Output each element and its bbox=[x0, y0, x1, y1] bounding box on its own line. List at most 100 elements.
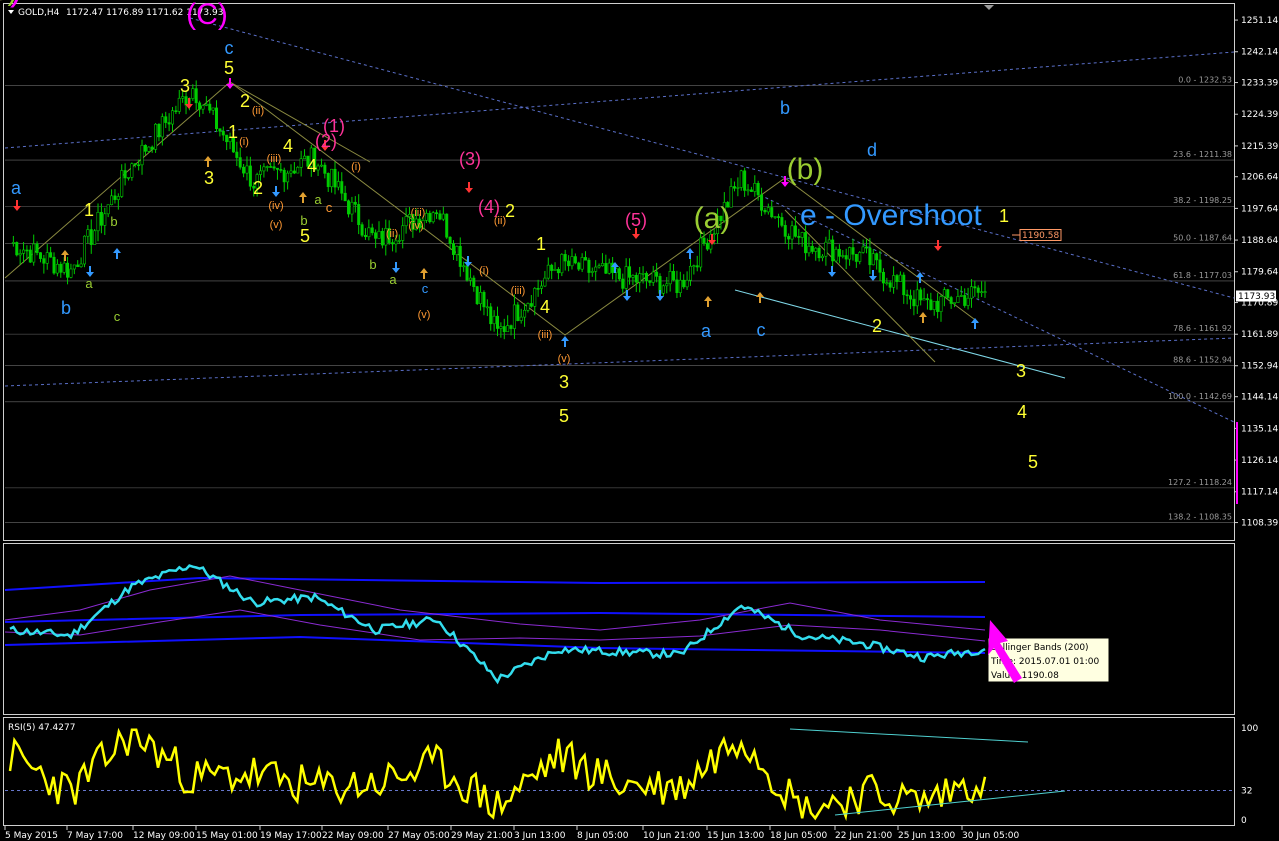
candle-body bbox=[577, 262, 581, 270]
candle-body bbox=[502, 326, 506, 333]
candle-body bbox=[32, 243, 36, 263]
wave-label: (ii) bbox=[386, 228, 398, 240]
candle-body bbox=[116, 196, 120, 200]
wave-label: b bbox=[369, 257, 376, 272]
candle-body bbox=[936, 300, 940, 312]
candle-body bbox=[140, 144, 144, 166]
candle-body bbox=[458, 246, 462, 267]
candle-body bbox=[661, 285, 665, 294]
candle-body bbox=[624, 266, 628, 289]
price-tag[interactable]: 1190.58 bbox=[1012, 229, 1062, 242]
candle-body bbox=[485, 306, 489, 309]
candle-body bbox=[766, 207, 770, 213]
candle-body bbox=[286, 172, 290, 183]
wave-label: 2 bbox=[872, 316, 882, 336]
candle-body bbox=[638, 273, 642, 283]
candle-body bbox=[374, 232, 378, 239]
down-arrow-icon bbox=[828, 266, 836, 277]
current-price-label: 1173.93 bbox=[1238, 292, 1275, 302]
candle-body bbox=[980, 291, 984, 294]
candle-body bbox=[489, 306, 493, 325]
wave-label: 3 bbox=[1016, 361, 1026, 381]
candle-body bbox=[516, 304, 520, 321]
candle-body bbox=[600, 263, 604, 267]
down-arrow-icon bbox=[934, 240, 942, 251]
candle-body bbox=[282, 169, 286, 183]
candle-body bbox=[18, 253, 22, 256]
candle-body bbox=[492, 315, 496, 325]
candle-body bbox=[272, 166, 276, 169]
candle-body bbox=[340, 181, 344, 194]
wave-label: (d) bbox=[0, 0, 22, 8]
scroll-shift-icon[interactable] bbox=[984, 5, 994, 10]
candle-body bbox=[644, 272, 648, 281]
time-tick-label: 30 Jun 05:00 bbox=[962, 831, 1019, 841]
candle-body bbox=[299, 158, 303, 168]
panel-menu-arrow-icon[interactable] bbox=[8, 10, 14, 14]
candle-body bbox=[533, 288, 537, 307]
bollinger-panel bbox=[4, 564, 986, 685]
candle-body bbox=[871, 253, 875, 266]
lower-channel-line bbox=[4, 337, 1235, 387]
wave-label: c bbox=[326, 200, 333, 215]
candle-body bbox=[204, 103, 208, 106]
candle-body bbox=[685, 279, 689, 288]
fib-level-label: 100.0 - 1142.69 bbox=[1168, 392, 1232, 401]
candle-body bbox=[617, 268, 621, 280]
candle-body bbox=[807, 245, 811, 254]
wave-label: b bbox=[110, 214, 117, 229]
candle-body bbox=[604, 263, 608, 274]
candle-body bbox=[499, 326, 503, 329]
candle-body bbox=[820, 255, 824, 259]
candle-body bbox=[275, 167, 279, 170]
candle-body bbox=[479, 292, 483, 305]
candle-body bbox=[563, 254, 567, 262]
candle-body bbox=[519, 316, 523, 321]
candle-body bbox=[330, 168, 334, 188]
candle-body bbox=[834, 248, 838, 262]
candle-body bbox=[445, 213, 449, 238]
candle-body bbox=[783, 225, 787, 237]
candle-body bbox=[201, 105, 205, 110]
upper-channel-line bbox=[189, 17, 1235, 299]
wave-label: b bbox=[780, 98, 790, 118]
wave-label: (iv) bbox=[408, 220, 423, 232]
time-tick-label: 8 Jun 05:00 bbox=[577, 831, 629, 841]
candle-body bbox=[194, 88, 198, 104]
candle-body bbox=[235, 151, 239, 158]
fib-level-label: 23.6 - 1211.38 bbox=[1173, 150, 1232, 159]
candle-body bbox=[854, 253, 858, 262]
candle-body bbox=[763, 210, 767, 213]
wave-label: 5 bbox=[559, 406, 569, 426]
time-tick-label: 18 Jun 05:00 bbox=[770, 831, 827, 841]
candle-body bbox=[628, 266, 632, 278]
price-tick-label: 1126.14 bbox=[1241, 456, 1278, 466]
candle-body bbox=[262, 166, 266, 172]
time-tick-label: 15 May 01:00 bbox=[196, 831, 258, 841]
wave-label: 4 bbox=[540, 297, 550, 317]
candle-body bbox=[688, 265, 692, 281]
wave-label: d bbox=[867, 140, 877, 160]
chart-window[interactable]: GOLD,H4 1172.47 1176.89 1171.62 1173.93 … bbox=[0, 0, 1279, 841]
candle-body bbox=[827, 239, 831, 243]
candle-body bbox=[198, 102, 202, 110]
candle-body bbox=[89, 229, 93, 245]
candle-body bbox=[567, 260, 571, 267]
wave-label: (v) bbox=[270, 219, 283, 231]
down-arrow-icon bbox=[465, 182, 473, 193]
candle-body bbox=[25, 249, 29, 252]
candle-body bbox=[462, 265, 466, 268]
candle-body bbox=[130, 163, 134, 178]
candle-body bbox=[475, 286, 479, 305]
current-price-box: 1173.93 bbox=[1236, 290, 1276, 302]
candle-body bbox=[699, 237, 703, 268]
wave-label: (iii) bbox=[267, 153, 282, 165]
candle-body bbox=[902, 274, 906, 296]
price-tick-label: 1117.14 bbox=[1241, 488, 1278, 498]
candle-body bbox=[360, 224, 364, 236]
fibonacci-levels: 0.0 - 1232.53 23.6 - 1211.38 38.2 - 1198.2… bbox=[5, 76, 1234, 523]
candle-body bbox=[323, 164, 327, 174]
candle-body bbox=[15, 242, 19, 256]
time-tick-label: 3 Jun 13:00 bbox=[514, 831, 566, 841]
wave-label: 4 bbox=[307, 156, 317, 176]
